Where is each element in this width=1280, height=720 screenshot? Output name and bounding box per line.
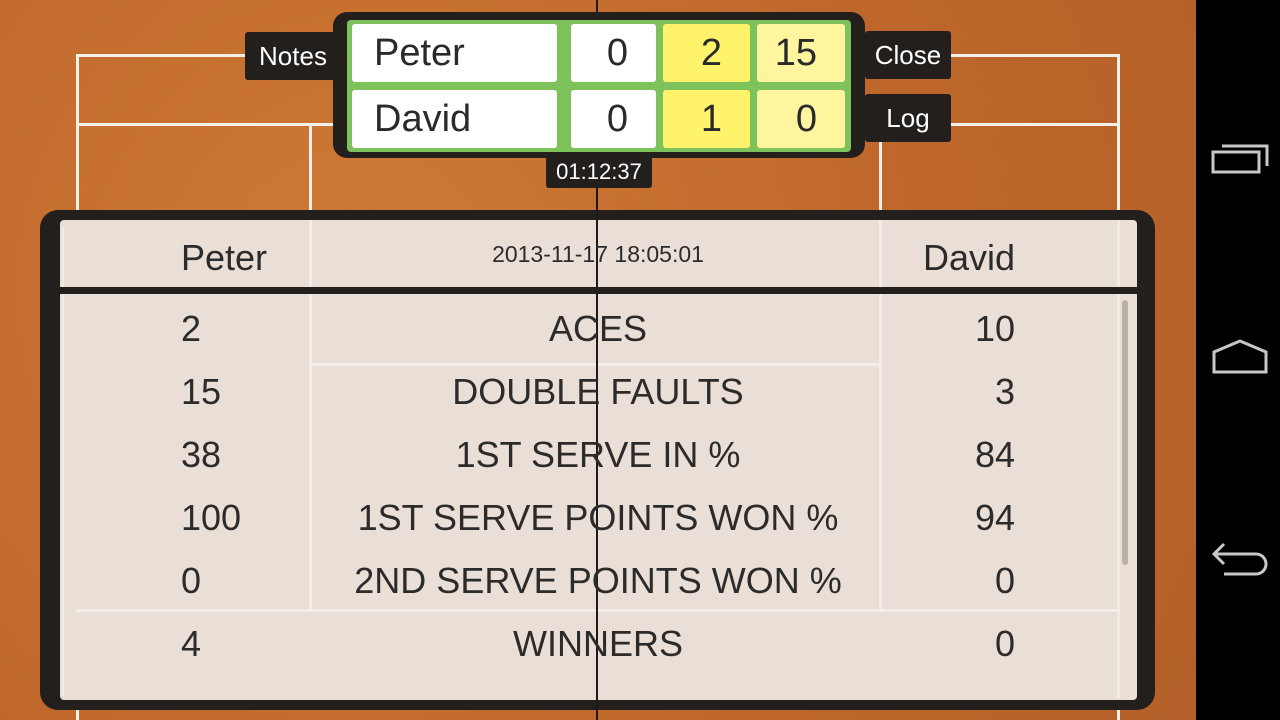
close-button[interactable]: Close — [865, 31, 951, 79]
stat-label: ACES — [548, 308, 648, 349]
back-icon[interactable] — [1210, 538, 1274, 578]
right-player-header: David — [922, 237, 1015, 278]
stat-right-value: 84 — [974, 434, 1015, 475]
stat-left-value: 15 — [181, 371, 222, 412]
stat-right-value: 94 — [974, 497, 1015, 538]
baseline — [76, 609, 1120, 612]
stat-right-value: 0 — [994, 623, 1015, 664]
stat-left-value: 38 — [181, 434, 222, 475]
player2-games[interactable]: 1 — [663, 90, 750, 148]
match-datetime: 2013-11-17 18:05:01 — [492, 241, 704, 267]
stat-right-value: 10 — [974, 308, 1015, 349]
stat-label: 1ST SERVE POINTS WON % — [357, 497, 839, 538]
stat-label: 2ND SERVE POINTS WON % — [354, 560, 842, 601]
stat-left-value: 2 — [181, 308, 202, 349]
player2-name: David — [352, 90, 557, 148]
player1-sets: 0 — [571, 24, 656, 82]
log-button[interactable]: Log — [865, 94, 951, 142]
player1-games[interactable]: 2 — [663, 24, 750, 82]
player2-sets: 0 — [571, 90, 656, 148]
court-line — [309, 220, 312, 612]
stat-right-value: 3 — [994, 371, 1015, 412]
stat-label: WINNERS — [513, 623, 683, 664]
player1-name: Peter — [352, 24, 557, 82]
home-icon[interactable] — [1210, 338, 1272, 376]
recent-apps-icon[interactable] — [1210, 142, 1272, 176]
stat-left-value: 100 — [181, 497, 242, 538]
header-divider — [60, 287, 1137, 294]
stat-left-value: 4 — [181, 623, 202, 664]
stat-label: DOUBLE FAULTS — [452, 371, 744, 412]
left-player-header: Peter — [181, 237, 268, 278]
match-timer: 01:12:37 — [546, 156, 652, 188]
scrollbar[interactable] — [1122, 300, 1128, 565]
notes-button[interactable]: Notes — [245, 32, 341, 80]
court-line — [879, 220, 882, 612]
stat-label: 1ST SERVE IN % — [455, 434, 741, 475]
player2-points[interactable]: 0 — [757, 90, 845, 148]
stat-left-value: 0 — [181, 560, 202, 601]
player1-points[interactable]: 15 — [757, 24, 845, 82]
service-line — [310, 363, 880, 366]
stat-right-value: 0 — [994, 560, 1015, 601]
court-line — [62, 226, 64, 696]
